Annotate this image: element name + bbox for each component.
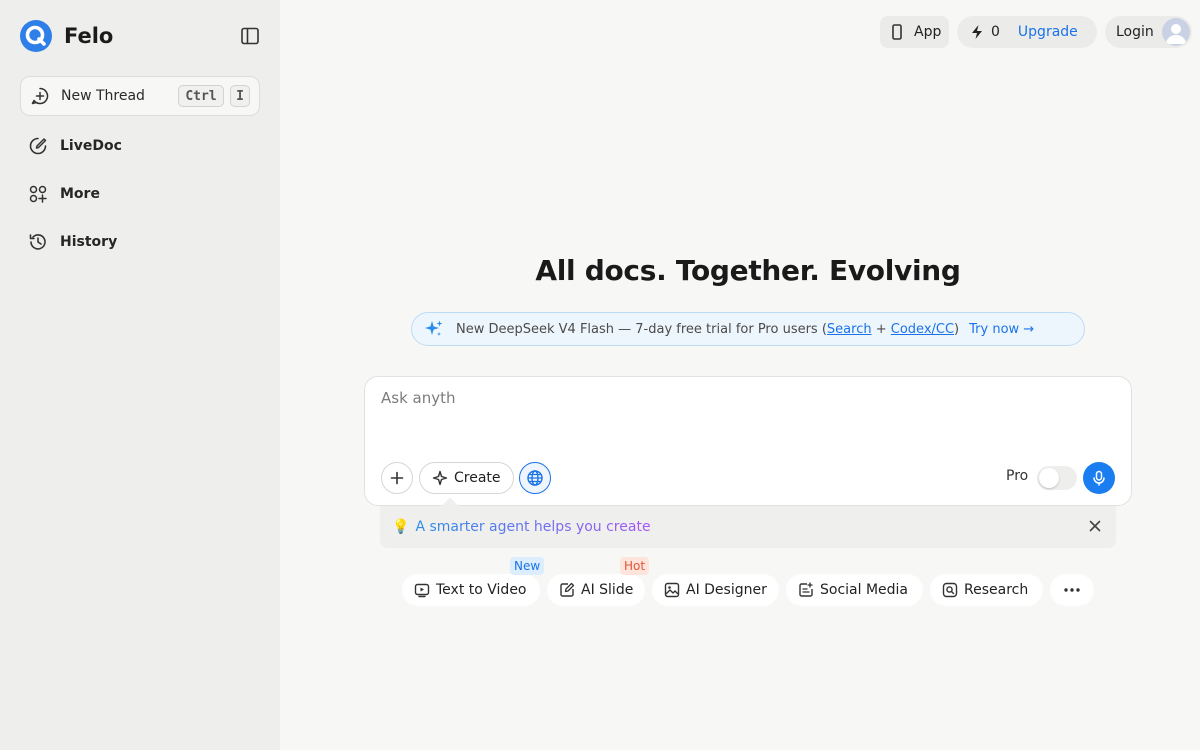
app-download-button[interactable]: App xyxy=(880,16,949,48)
research-icon xyxy=(942,582,958,598)
microphone-icon xyxy=(1093,470,1105,486)
credits-count: 0 xyxy=(991,24,1000,40)
sidebar-item-more[interactable]: More xyxy=(20,176,260,212)
globe-icon xyxy=(527,470,543,486)
hot-badge: Hot xyxy=(620,557,650,575)
image-icon xyxy=(664,582,680,598)
new-thread-button[interactable]: New Thread Ctrl I xyxy=(20,76,260,116)
new-badge: New xyxy=(510,557,545,575)
sidebar-item-label: More xyxy=(60,186,100,202)
login-label: Login xyxy=(1116,24,1154,40)
sidebar-item-history[interactable]: History xyxy=(20,224,260,260)
lightning-icon xyxy=(972,25,982,39)
chip-text-to-video[interactable]: Text to Video xyxy=(402,574,540,606)
brand[interactable]: Felo xyxy=(20,20,113,52)
plus-icon xyxy=(390,471,404,485)
promo-suffix: ) xyxy=(954,321,960,337)
credits-pill[interactable]: 0 Upgrade xyxy=(957,16,1097,48)
user-icon xyxy=(1166,24,1186,44)
felo-logo-icon xyxy=(20,20,52,52)
chip-social-media[interactable]: Social Media xyxy=(786,574,923,606)
more-horizontal-icon xyxy=(1064,588,1080,592)
more-chips-button[interactable] xyxy=(1050,574,1094,606)
phone-icon xyxy=(892,24,902,40)
apps-icon xyxy=(29,185,47,203)
login-button[interactable]: Login xyxy=(1105,16,1192,48)
social-post-icon xyxy=(799,582,813,597)
promo-codex-link[interactable]: Codex/CC xyxy=(891,322,954,337)
chip-label: Social Media xyxy=(820,582,909,598)
create-button[interactable]: Create xyxy=(419,462,514,494)
chip-label: AI Designer xyxy=(686,582,767,598)
new-thread-label: New Thread xyxy=(61,88,145,104)
sidebar-item-livedoc[interactable]: LiveDoc xyxy=(20,128,260,164)
try-now-link[interactable]: Try now → xyxy=(969,322,1034,337)
chip-label: Text to Video xyxy=(436,582,527,598)
sidebar-item-label: LiveDoc xyxy=(60,138,122,154)
brand-name: Felo xyxy=(64,24,114,48)
promo-prefix: New DeepSeek V4 Flash — 7-day free trial… xyxy=(456,321,827,337)
sidebar: Felo New Thread Ctrl I LiveDoc More Hist… xyxy=(0,0,280,750)
close-icon[interactable] xyxy=(1086,517,1104,535)
lightbulb-icon: 💡 xyxy=(392,519,410,535)
chip-label: Research xyxy=(964,582,1029,598)
sparkle-icon xyxy=(432,470,448,486)
promo-search-link[interactable]: Search xyxy=(827,322,872,337)
pro-toggle[interactable] xyxy=(1037,466,1077,490)
sparkle-icon xyxy=(425,320,443,336)
create-label: Create xyxy=(454,470,501,486)
composer: Create Pro xyxy=(364,376,1132,506)
history-icon xyxy=(29,234,46,250)
voice-input-button[interactable] xyxy=(1083,462,1115,494)
app-label: App xyxy=(914,24,942,40)
agent-hint-bar: 💡 A smarter agent helps you create xyxy=(380,497,1116,548)
pro-label: Pro xyxy=(1006,468,1029,484)
upgrade-link[interactable]: Upgrade xyxy=(1018,24,1078,40)
toggle-knob xyxy=(1039,468,1059,488)
attach-button[interactable] xyxy=(381,462,413,494)
video-icon xyxy=(414,583,430,598)
avatar xyxy=(1162,18,1190,46)
hint-text[interactable]: A smarter agent helps you create xyxy=(415,519,650,535)
chip-label: AI Slide xyxy=(581,582,634,598)
new-chat-icon xyxy=(31,87,49,105)
sidebar-item-label: History xyxy=(60,234,118,250)
chip-research[interactable]: Research xyxy=(930,574,1043,606)
sidebar-toggle-icon[interactable] xyxy=(240,26,260,46)
chip-ai-designer[interactable]: AI Designer xyxy=(652,574,779,606)
chip-ai-slide[interactable]: AI Slide xyxy=(547,574,645,606)
shortcut-i-key: I xyxy=(230,85,250,107)
slide-icon xyxy=(560,582,575,597)
promo-plus: + xyxy=(871,321,891,337)
promo-text: New DeepSeek V4 Flash — 7-day free trial… xyxy=(456,322,959,337)
ask-input[interactable] xyxy=(381,389,1111,429)
shortcut-ctrl-key: Ctrl xyxy=(178,85,224,107)
web-search-toggle[interactable] xyxy=(519,462,551,494)
edit-icon xyxy=(29,137,47,155)
page-title: All docs. Together. Evolving xyxy=(535,254,961,287)
promo-banner[interactable]: New DeepSeek V4 Flash — 7-day free trial… xyxy=(411,312,1085,346)
